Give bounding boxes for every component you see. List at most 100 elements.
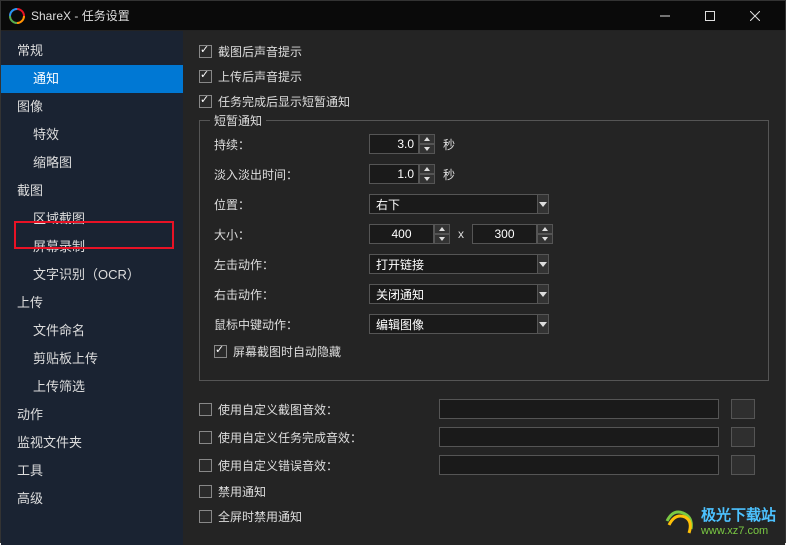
task-toast-checkbox[interactable]: 任务完成后显示短暂通知 bbox=[199, 93, 769, 110]
custom-task-checkbox[interactable] bbox=[199, 431, 212, 444]
sidebar-item-13[interactable]: 动作 bbox=[1, 401, 183, 429]
duration-input[interactable] bbox=[369, 134, 419, 154]
custom-task-path-input[interactable] bbox=[439, 427, 719, 447]
custom-capture-label: 使用自定义截图音效： bbox=[218, 401, 433, 418]
checkbox-icon bbox=[199, 95, 212, 108]
duration-spinner bbox=[419, 134, 435, 154]
spinner-up-button[interactable] bbox=[434, 224, 450, 234]
right-click-combo[interactable] bbox=[369, 284, 549, 304]
spinner-down-button[interactable] bbox=[419, 144, 435, 154]
sidebar-item-4[interactable]: 缩略图 bbox=[1, 149, 183, 177]
height-input[interactable] bbox=[472, 224, 537, 244]
middle-click-label: 鼠标中键动作： bbox=[214, 316, 369, 333]
duration-label: 持续： bbox=[214, 136, 369, 153]
left-click-row: 左击动作： bbox=[214, 253, 754, 275]
seconds-unit: 秒 bbox=[443, 136, 455, 153]
size-label: 大小： bbox=[214, 226, 369, 243]
spinner-up-button[interactable] bbox=[419, 164, 435, 174]
combo-dropdown-button[interactable] bbox=[538, 284, 549, 304]
close-button[interactable] bbox=[732, 1, 777, 31]
right-click-value[interactable] bbox=[369, 284, 538, 304]
left-click-combo[interactable] bbox=[369, 254, 549, 274]
spinner-up-button[interactable] bbox=[537, 224, 553, 234]
position-combo[interactable] bbox=[369, 194, 549, 214]
custom-error-path-input[interactable] bbox=[439, 455, 719, 475]
position-value[interactable] bbox=[369, 194, 538, 214]
fade-input[interactable] bbox=[369, 164, 419, 184]
custom-error-label: 使用自定义错误音效： bbox=[218, 457, 433, 474]
titlebar: ShareX - 任务设置 bbox=[1, 1, 785, 31]
middle-click-value[interactable] bbox=[369, 314, 538, 334]
sidebar-item-12[interactable]: 上传筛选 bbox=[1, 373, 183, 401]
watermark-url: www.xz7.com bbox=[701, 525, 776, 537]
maximize-button[interactable] bbox=[687, 1, 732, 31]
custom-error-sound-row: 使用自定义错误音效： bbox=[199, 455, 769, 475]
browse-button[interactable] bbox=[731, 399, 755, 419]
disable-notif-checkbox[interactable]: 禁用通知 bbox=[199, 483, 769, 500]
right-click-row: 右击动作： bbox=[214, 283, 754, 305]
sidebar-item-10[interactable]: 文件命名 bbox=[1, 317, 183, 345]
fade-spinner bbox=[419, 164, 435, 184]
custom-task-label: 使用自定义任务完成音效： bbox=[218, 429, 433, 446]
window-controls bbox=[642, 1, 777, 31]
fade-label: 淡入淡出时间： bbox=[214, 166, 369, 183]
browse-button[interactable] bbox=[731, 427, 755, 447]
right-click-label: 右击动作： bbox=[214, 286, 369, 303]
content-area: 常规通知图像特效缩略图截图区域截图屏幕录制文字识别（OCR）上传文件命名剪贴板上… bbox=[1, 31, 785, 545]
checkbox-label: 屏幕截图时自动隐藏 bbox=[233, 343, 341, 360]
sidebar-item-6[interactable]: 区域截图 bbox=[1, 205, 183, 233]
middle-click-combo[interactable] bbox=[369, 314, 549, 334]
custom-task-sound-row: 使用自定义任务完成音效： bbox=[199, 427, 769, 447]
position-label: 位置： bbox=[214, 196, 369, 213]
capture-sound-checkbox[interactable]: 截图后声音提示 bbox=[199, 43, 769, 60]
checkbox-label: 截图后声音提示 bbox=[218, 43, 302, 60]
checkbox-label: 上传后声音提示 bbox=[218, 68, 302, 85]
sidebar-item-15[interactable]: 工具 bbox=[1, 457, 183, 485]
custom-capture-path-input[interactable] bbox=[439, 399, 719, 419]
checkbox-label: 任务完成后显示短暂通知 bbox=[218, 93, 350, 110]
combo-dropdown-button[interactable] bbox=[538, 194, 549, 214]
watermark-brand: 极光下载站 bbox=[701, 504, 776, 525]
fade-row: 淡入淡出时间： 秒 bbox=[214, 163, 754, 185]
fieldset-legend: 短暂通知 bbox=[210, 112, 266, 129]
toast-fieldset: 短暂通知 持续： 秒 淡入淡出时间： bbox=[199, 120, 769, 381]
sidebar-item-16[interactable]: 高级 bbox=[1, 485, 183, 513]
left-click-value[interactable] bbox=[369, 254, 538, 274]
seconds-unit: 秒 bbox=[443, 166, 455, 183]
sidebar-item-11[interactable]: 剪贴板上传 bbox=[1, 345, 183, 373]
middle-click-row: 鼠标中键动作： bbox=[214, 313, 754, 335]
sidebar-item-5[interactable]: 截图 bbox=[1, 177, 183, 205]
sidebar-item-9[interactable]: 上传 bbox=[1, 289, 183, 317]
spinner-down-button[interactable] bbox=[419, 174, 435, 184]
minimize-button[interactable] bbox=[642, 1, 687, 31]
sidebar-item-3[interactable]: 特效 bbox=[1, 121, 183, 149]
width-input[interactable] bbox=[369, 224, 434, 244]
sidebar-item-7[interactable]: 屏幕录制 bbox=[1, 233, 183, 261]
sidebar-item-14[interactable]: 监视文件夹 bbox=[1, 429, 183, 457]
sidebar-item-8[interactable]: 文字识别（OCR） bbox=[1, 261, 183, 289]
left-click-label: 左击动作： bbox=[214, 256, 369, 273]
sidebar-item-1[interactable]: 通知 bbox=[1, 65, 183, 93]
width-spinner bbox=[434, 224, 450, 244]
checkbox-icon bbox=[199, 485, 212, 498]
size-row: 大小： x bbox=[214, 223, 754, 245]
checkbox-label: 禁用通知 bbox=[218, 483, 266, 500]
height-spinner bbox=[537, 224, 553, 244]
spinner-up-button[interactable] bbox=[419, 134, 435, 144]
sidebar-item-0[interactable]: 常规 bbox=[1, 37, 183, 65]
app-icon bbox=[9, 8, 25, 24]
spinner-down-button[interactable] bbox=[537, 234, 553, 244]
sidebar-item-2[interactable]: 图像 bbox=[1, 93, 183, 121]
combo-dropdown-button[interactable] bbox=[538, 314, 549, 334]
browse-button[interactable] bbox=[731, 455, 755, 475]
main-panel: 截图后声音提示 上传后声音提示 任务完成后显示短暂通知 短暂通知 持续： bbox=[183, 31, 785, 545]
custom-capture-sound-row: 使用自定义截图音效： bbox=[199, 399, 769, 419]
custom-capture-checkbox[interactable] bbox=[199, 403, 212, 416]
upload-sound-checkbox[interactable]: 上传后声音提示 bbox=[199, 68, 769, 85]
auto-hide-checkbox[interactable]: 屏幕截图时自动隐藏 bbox=[214, 343, 754, 360]
window-title: ShareX - 任务设置 bbox=[31, 7, 642, 24]
watermark-logo-icon bbox=[663, 505, 695, 537]
spinner-down-button[interactable] bbox=[434, 234, 450, 244]
combo-dropdown-button[interactable] bbox=[538, 254, 549, 274]
custom-error-checkbox[interactable] bbox=[199, 459, 212, 472]
